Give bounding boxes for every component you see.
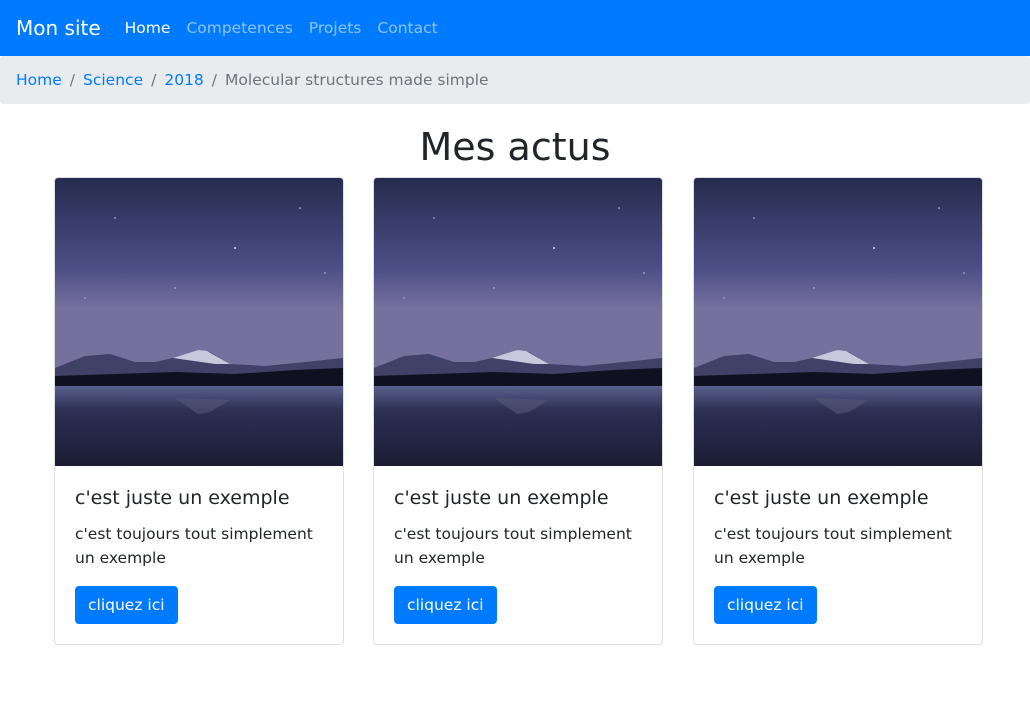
breadcrumb-separator: / [69,71,76,89]
breadcrumb-item-2018[interactable]: 2018 [164,71,203,89]
cliquez-ici-button[interactable]: cliquez ici [75,586,178,624]
breadcrumb-item-home[interactable]: Home [16,71,62,89]
news-card: c'est juste un exemple c'est toujours to… [693,177,983,645]
night-mountain-lake-image [694,178,982,466]
nav-link-competences[interactable]: Competences [186,19,292,37]
night-mountain-lake-image [55,178,343,466]
card-title: c'est juste un exemple [394,487,609,509]
navbar: Mon site Home Competences Projets Contac… [0,0,1030,56]
card-text: c'est toujours tout simplement un exempl… [394,525,632,567]
cliquez-ici-button[interactable]: cliquez ici [714,586,817,624]
page-title: Mes actus [419,125,611,169]
card-text: c'est toujours tout simplement un exempl… [75,525,313,567]
breadcrumb-current-page: Molecular structures made simple [225,71,489,89]
nav-link-contact[interactable]: Contact [377,19,437,37]
news-card: c'est juste un exemple c'est toujours to… [373,177,663,645]
night-mountain-lake-image [374,178,662,466]
cliquez-ici-button[interactable]: cliquez ici [394,586,497,624]
card-list: c'est juste un exemple c'est toujours to… [0,177,1030,647]
breadcrumb-item-science[interactable]: Science [83,71,143,89]
card-title: c'est juste un exemple [75,487,290,509]
nav-link-projets[interactable]: Projets [309,19,362,37]
brand-logo[interactable]: Mon site [16,16,101,40]
news-card: c'est juste un exemple c'est toujours to… [54,177,344,645]
nav-link-home[interactable]: Home [125,19,171,37]
card-text: c'est toujours tout simplement un exempl… [714,525,952,567]
card-title: c'est juste un exemple [714,487,929,509]
breadcrumb-separator: / [211,71,218,89]
breadcrumb: Home / Science / 2018 / Molecular struct… [0,56,1030,104]
breadcrumb-separator: / [151,71,157,89]
